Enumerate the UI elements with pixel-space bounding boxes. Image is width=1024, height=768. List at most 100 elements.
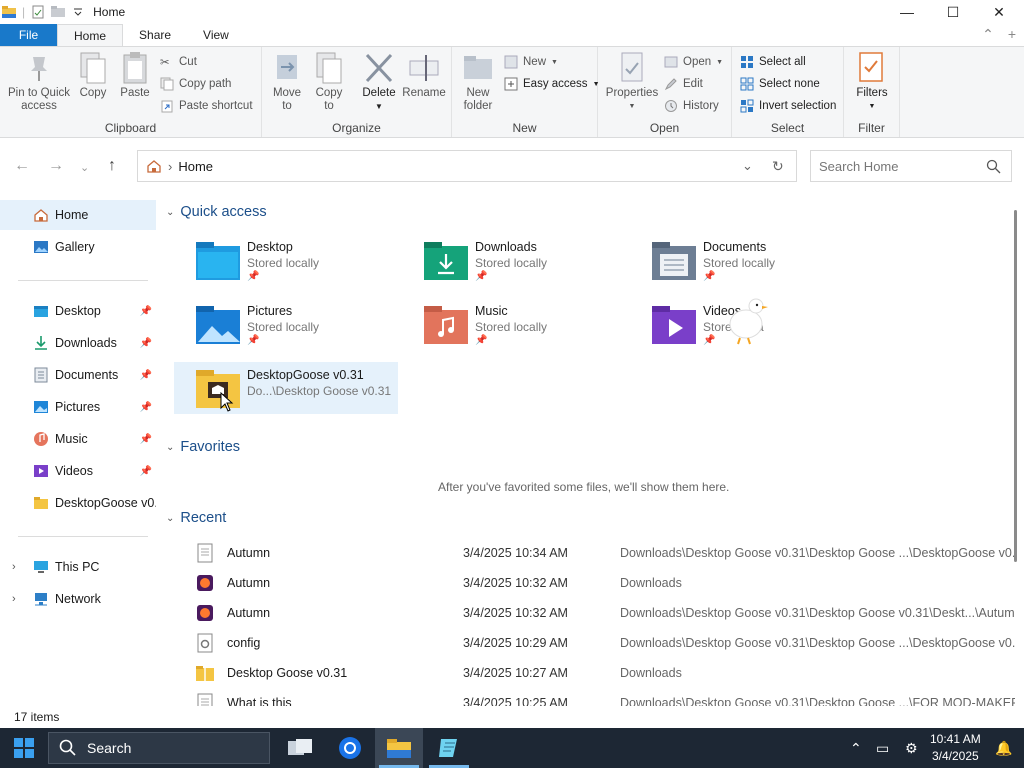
- sidebar-label: Downloads: [55, 336, 117, 350]
- sidebar-item-documents[interactable]: Documents 📌: [0, 360, 156, 390]
- sidebar-item-desktop[interactable]: Desktop 📌: [0, 296, 156, 326]
- help-icon[interactable]: +: [1008, 26, 1016, 43]
- recent-row[interactable]: Desktop Goose v0.31 3/4/2025 10:27 AM Do…: [190, 658, 1010, 688]
- search-icon[interactable]: [986, 159, 1001, 174]
- sidebar-item-network[interactable]: › Network: [0, 584, 156, 614]
- sidebar-item-pictures[interactable]: Pictures 📌: [0, 392, 156, 422]
- status-bar: 17 items: [0, 706, 1024, 728]
- device-icon[interactable]: ▭: [876, 740, 889, 757]
- tab-file[interactable]: File: [0, 24, 57, 46]
- open-button[interactable]: Open ▼: [664, 55, 723, 69]
- scrollbar-thumb[interactable]: [1014, 210, 1017, 562]
- sidebar-item-videos[interactable]: Videos 📌: [0, 456, 156, 486]
- recent-row[interactable]: What is this 3/4/2025 10:25 AM Downloads…: [190, 688, 1015, 706]
- pin-icon[interactable]: 📌: [140, 370, 152, 381]
- copy-path-button[interactable]: Copy path: [160, 77, 231, 91]
- customize-qat-chevron-icon[interactable]: [71, 5, 85, 19]
- address-bar[interactable]: › Home ⌄ ↻: [137, 150, 797, 182]
- recent-row[interactable]: Autumn 3/4/2025 10:34 AM Downloads\Deskt…: [190, 538, 1015, 568]
- vertical-scrollbar[interactable]: [1013, 200, 1019, 700]
- network-tray-icon[interactable]: ⚙: [905, 740, 918, 757]
- filters-button[interactable]: Filters ▼: [854, 51, 890, 113]
- search-box[interactable]: Search Home: [810, 150, 1012, 182]
- recent-row[interactable]: Autumn 3/4/2025 10:32 AM Downloads: [190, 568, 1010, 598]
- favorites-section-header[interactable]: ⌄ Favorites: [166, 439, 240, 455]
- close-button[interactable]: ✕: [976, 0, 1022, 24]
- quick-access-section-header[interactable]: ⌄ Quick access: [166, 204, 267, 220]
- breadcrumb-home[interactable]: Home: [178, 159, 213, 174]
- properties-dropdown-icon: ▼: [628, 103, 636, 110]
- paste-button[interactable]: Paste: [118, 51, 152, 100]
- notification-bell-icon[interactable]: 🔔: [995, 740, 1012, 757]
- new-item-button[interactable]: New ▼: [504, 55, 558, 69]
- recent-row[interactable]: Autumn 3/4/2025 10:32 AM Downloads\Deskt…: [190, 598, 1015, 628]
- expand-chevron-icon[interactable]: ›: [12, 593, 16, 605]
- properties-button[interactable]: Properties ▼: [604, 51, 660, 113]
- quick-access-tile-music[interactable]: Music Stored locally 📌: [402, 298, 626, 350]
- sidebar-item-home[interactable]: Home: [0, 200, 156, 230]
- select-all-button[interactable]: Select all: [740, 55, 806, 69]
- sidebar-item-gallery[interactable]: Gallery: [0, 232, 156, 262]
- pin-to-quick-access-button[interactable]: Pin to Quick access: [6, 51, 72, 113]
- pin-icon[interactable]: 📌: [140, 338, 152, 349]
- properties-icon[interactable]: [31, 5, 45, 19]
- search-input[interactable]: Search Home: [819, 159, 898, 174]
- delete-button[interactable]: Delete ▼: [360, 51, 398, 113]
- new-folder-button[interactable]: New folder: [460, 51, 496, 113]
- sidebar-item-this-pc[interactable]: › This PC: [0, 552, 156, 582]
- edit-button[interactable]: Edit: [664, 77, 703, 91]
- task-view-button[interactable]: [276, 728, 324, 768]
- tab-share[interactable]: Share: [123, 24, 187, 46]
- clock[interactable]: 10:41 AM 3/4/2025: [930, 731, 981, 765]
- recent-row[interactable]: config 3/4/2025 10:29 AM Downloads\Deskt…: [190, 628, 1015, 658]
- invert-selection-button[interactable]: Invert selection: [740, 99, 836, 113]
- recent-name: Autumn: [227, 576, 271, 590]
- quick-access-tile-videos[interactable]: Videos Stored loca 📌: [630, 298, 854, 350]
- paste-label: Paste: [120, 87, 150, 99]
- taskbar-app[interactable]: [425, 728, 473, 768]
- quick-access-tile-documents[interactable]: Documents Stored locally 📌: [630, 234, 854, 286]
- pin-icon[interactable]: 📌: [140, 402, 152, 413]
- select-none-button[interactable]: Select none: [740, 77, 820, 91]
- copy-to-button[interactable]: Copy to: [312, 51, 346, 113]
- show-hidden-icons-chevron-icon[interactable]: ⌃: [850, 740, 862, 757]
- quick-access-tile-downloads[interactable]: Downloads Stored locally 📌: [402, 234, 626, 286]
- copy-label: Copy: [79, 87, 107, 99]
- quick-access-tile-desktopgoose[interactable]: DesktopGoose v0.31 Do...\Desktop Goose v…: [174, 362, 398, 414]
- back-arrow-icon[interactable]: ←: [14, 157, 30, 175]
- pin-icon[interactable]: 📌: [140, 306, 152, 317]
- taskbar-search[interactable]: Search: [48, 732, 270, 764]
- history-button[interactable]: History: [664, 99, 719, 113]
- up-arrow-icon[interactable]: ↑: [108, 157, 116, 175]
- rename-button[interactable]: Rename: [402, 51, 446, 100]
- forward-arrow-icon[interactable]: →: [48, 157, 64, 175]
- sidebar-item-desktopgoose[interactable]: DesktopGoose v0.3: [0, 488, 156, 518]
- sidebar-divider: [18, 280, 148, 281]
- quick-access-tile-desktop[interactable]: Desktop Stored locally 📌: [174, 234, 398, 286]
- tab-home[interactable]: Home: [57, 24, 124, 46]
- taskbar-file-explorer[interactable]: [375, 728, 423, 768]
- move-to-button[interactable]: Move to: [270, 51, 304, 113]
- open-group: Properties ▼ Open ▼ Edit History Open: [598, 47, 732, 137]
- pin-icon[interactable]: 📌: [140, 466, 152, 477]
- sidebar-item-music[interactable]: Music 📌: [0, 424, 156, 454]
- easy-access-button[interactable]: Easy access ▼: [504, 77, 600, 91]
- cut-button[interactable]: ✂ Cut: [160, 55, 197, 69]
- collapse-ribbon-icon[interactable]: ⌃: [982, 26, 994, 43]
- quick-access-tile-pictures[interactable]: Pictures Stored locally 📌: [174, 298, 398, 350]
- taskbar-chrome[interactable]: [326, 728, 374, 768]
- copy-button[interactable]: Copy: [76, 51, 110, 100]
- pin-icon[interactable]: 📌: [140, 434, 152, 445]
- maximize-button[interactable]: ☐: [930, 0, 976, 24]
- recent-locations-chevron-icon[interactable]: ⌄: [80, 161, 89, 174]
- refresh-icon[interactable]: ↻: [772, 158, 784, 175]
- paste-shortcut-button[interactable]: Paste shortcut: [160, 99, 253, 113]
- new-folder-qat-icon[interactable]: [51, 5, 66, 19]
- minimize-button[interactable]: —: [884, 0, 930, 24]
- recent-section-header[interactable]: ⌄ Recent: [166, 510, 226, 526]
- sidebar-item-downloads[interactable]: Downloads 📌: [0, 328, 156, 358]
- address-dropdown-chevron-icon[interactable]: ⌄: [742, 158, 753, 174]
- expand-chevron-icon[interactable]: ›: [12, 561, 16, 573]
- tab-view[interactable]: View: [187, 24, 245, 46]
- start-button[interactable]: [0, 728, 48, 768]
